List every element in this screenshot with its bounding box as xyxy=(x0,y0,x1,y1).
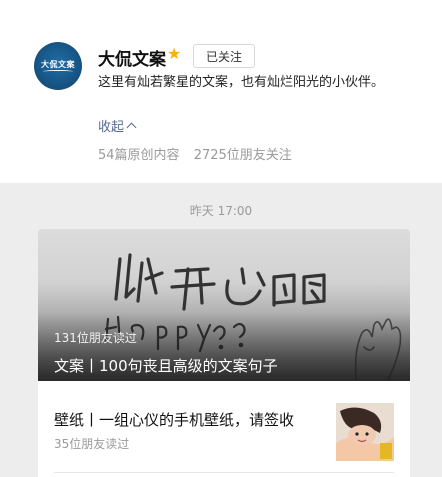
account-avatar[interactable]: 大侃文案 xyxy=(34,42,82,90)
cover-article-title: 文案丨100句丧且高级的文案句子 xyxy=(54,357,278,375)
star-icon: ★ xyxy=(167,44,182,63)
list-item-reads: 35位朋友读过 xyxy=(54,437,130,451)
collapse-link[interactable]: 收起 xyxy=(98,116,137,135)
follow-button[interactable]: 已关注 xyxy=(193,44,255,68)
account-description: 这里有灿若繁星的文案，也有灿烂阳光的小伙伴。 xyxy=(98,75,385,90)
avatar-logo: 大侃文案 xyxy=(41,60,75,73)
cover-article-reads: 131位朋友读过 xyxy=(54,331,137,345)
account-profile: 大侃文案 大侃文案 ★ 已关注 这里有灿若繁星的文案，也有灿烂阳光的小伙伴。 收… xyxy=(0,0,442,183)
list-item-thumbnail xyxy=(336,403,394,461)
list-item-title: 壁纸丨一组心仪的手机壁纸，请签收 xyxy=(54,411,295,429)
post-date: 昨天 17:00 xyxy=(189,204,253,218)
article-card: 131位朋友读过 文案丨100句丧且高级的文案句子 壁纸丨一组心仪的手机壁纸，请… xyxy=(38,229,410,477)
chevron-up-icon xyxy=(126,122,137,133)
account-name[interactable]: 大侃文案 xyxy=(98,45,166,70)
followers-count: 2725位朋友关注 xyxy=(193,148,292,163)
original-count: 54篇原创内容 xyxy=(98,148,180,163)
article-feed: 昨天 17:00 131位朋友读过 文案丨100句丧且高级的文案句子 壁纸丨一组… xyxy=(0,183,442,477)
account-stats: 54篇原创内容 2725位朋友关注 xyxy=(98,144,292,163)
cover-article[interactable]: 131位朋友读过 文案丨100句丧且高级的文案句子 xyxy=(38,229,410,381)
list-item[interactable]: 壁纸丨一组心仪的手机壁纸，请签收 35位朋友读过 xyxy=(38,381,410,477)
